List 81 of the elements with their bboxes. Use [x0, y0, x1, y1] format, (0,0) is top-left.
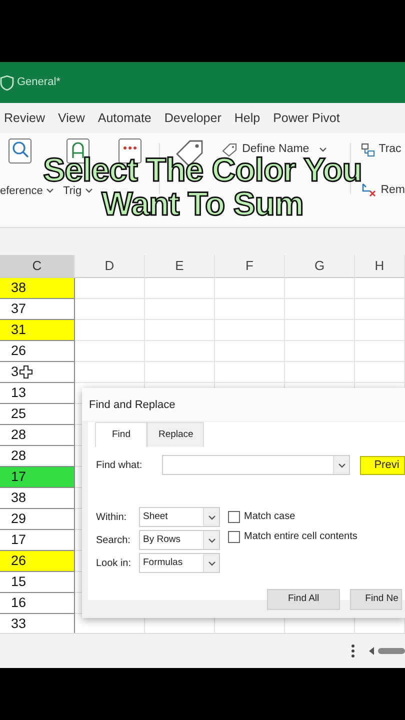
table-cell [145, 320, 215, 341]
field-label: Search: [96, 534, 132, 548]
field-label: Within: [96, 510, 128, 525]
ribbon-tab[interactable]: View [54, 108, 94, 128]
table-cell: 17 [0, 467, 75, 488]
checkbox-label: Match entire cell contents [244, 530, 358, 544]
dialog-title: Find and Replace [82, 388, 405, 421]
table-cell: 38 [0, 278, 75, 299]
column-header[interactable]: C [0, 255, 75, 278]
table-cell [215, 299, 285, 320]
ribbon-button[interactable]: Trac [378, 141, 402, 158]
table-cell [75, 341, 145, 362]
column-header[interactable]: D [75, 255, 145, 278]
table-cell [145, 341, 215, 362]
dialog-button[interactable]: Find All [267, 589, 340, 610]
table-cell [215, 320, 285, 341]
table-cell [285, 278, 355, 299]
table-cell [75, 320, 145, 341]
table-cell [355, 341, 405, 362]
dialog-tab[interactable]: Find [95, 422, 148, 448]
caret-icon [338, 462, 346, 468]
find-what-field[interactable] [162, 455, 350, 476]
search-icon[interactable] [8, 138, 32, 164]
table-cell: 13 [0, 383, 75, 404]
scrollbar-icon[interactable] [369, 646, 405, 656]
table-cell [285, 320, 355, 341]
table-cell [145, 299, 215, 320]
checkbox-label: Match case [244, 510, 296, 524]
table-cell [285, 299, 355, 320]
table-cell: 26 [0, 341, 75, 362]
table-cell [215, 341, 285, 362]
ribbon-tab[interactable]: Help [230, 108, 270, 128]
more-icon[interactable] [351, 644, 355, 658]
table-cell: 25 [0, 404, 75, 425]
table-cell: 29 [0, 509, 75, 530]
dialog-tab[interactable]: Replace [147, 422, 204, 448]
shield-icon [0, 74, 14, 90]
ribbon-tab[interactable]: Review [0, 108, 54, 128]
ribbon-tab[interactable]: Power Pivot [269, 108, 349, 128]
remove-arrows-icon[interactable] [360, 182, 377, 198]
table-cell [215, 278, 285, 299]
table-cell: 38 [0, 488, 75, 509]
caret-icon[interactable] [319, 147, 328, 152]
trace-icon[interactable] [360, 142, 375, 157]
field-label: Find what: [96, 458, 144, 473]
caret-icon [208, 560, 216, 566]
caption-line: Want To Sum [102, 187, 304, 221]
ribbon-button[interactable]: eference [0, 182, 43, 199]
table-cell [75, 299, 145, 320]
checkbox[interactable] [228, 530, 240, 543]
caret-icon [208, 514, 216, 520]
ribbon-tab[interactable]: Automate [94, 108, 160, 128]
sensitivity-label[interactable]: General* [17, 74, 60, 91]
dropdown-field[interactable]: By Rows [139, 530, 220, 550]
table-cell: 28 [0, 425, 75, 446]
table-cell [355, 320, 405, 341]
table-cell: 31 [0, 320, 75, 341]
dropdown-field[interactable]: Formulas [139, 553, 220, 574]
checkbox[interactable] [228, 510, 240, 523]
ribbon-tab[interactable]: Developer [160, 108, 230, 128]
field-label: Look in: [96, 556, 132, 571]
table-cell [75, 278, 145, 299]
caret-icon[interactable] [84, 188, 93, 194]
table-cell: 26 [0, 551, 75, 572]
table-cell: 16 [0, 593, 75, 614]
column-header[interactable]: H [355, 255, 405, 278]
dropdown-field[interactable]: Sheet [139, 507, 220, 528]
caret-icon[interactable] [46, 188, 54, 194]
dialog-button[interactable]: Find Ne [350, 589, 402, 610]
table-cell: 15 [0, 572, 75, 593]
table-cell [145, 278, 215, 299]
column-header[interactable]: G [285, 255, 355, 278]
preview-button[interactable]: Previ [360, 456, 405, 475]
table-cell [285, 341, 355, 362]
table-cell [355, 299, 405, 320]
ribbon-button[interactable]: Rem [380, 182, 405, 199]
table-cell [355, 278, 405, 299]
caret-icon [208, 538, 216, 543]
table-cell: 3 [0, 362, 75, 383]
column-header[interactable]: E [145, 255, 215, 278]
column-header[interactable]: F [215, 255, 285, 278]
